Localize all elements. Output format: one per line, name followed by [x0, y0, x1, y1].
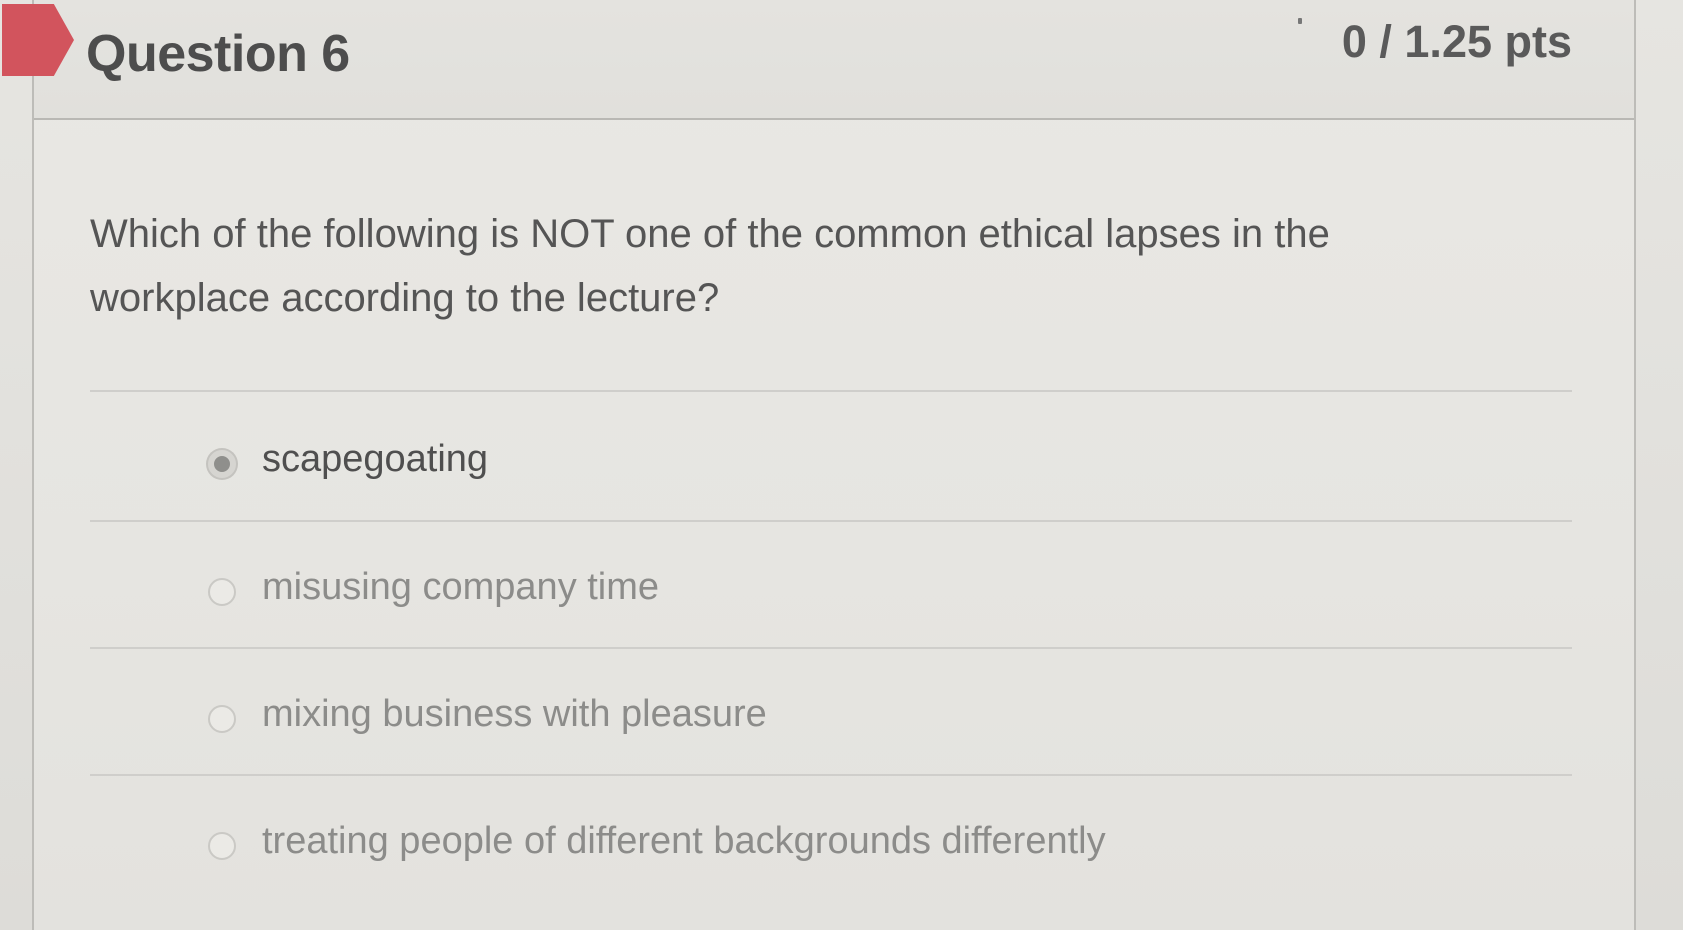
- answer-label: treating people of different backgrounds…: [262, 820, 1106, 862]
- answer-label: mixing business with pleasure: [262, 693, 767, 735]
- divider: [90, 520, 1572, 522]
- answer-label: scapegoating: [262, 438, 489, 480]
- radio-icon[interactable]: [208, 578, 236, 606]
- answer-option-scapegoating[interactable]: scapegoating: [90, 430, 1572, 540]
- question-points: 0 / 1.25 pts: [1341, 16, 1572, 67]
- answer-option-mixing-business-with-pleasure[interactable]: mixing business with pleasure: [90, 685, 1572, 795]
- question-title: Question 6: [86, 25, 350, 83]
- flag-icon: [2, 4, 74, 76]
- answer-option-treating-people-differently[interactable]: treating people of different backgrounds…: [90, 812, 1572, 922]
- answer-option-misusing-company-time[interactable]: misusing company time: [90, 558, 1572, 668]
- quiz-page: Question 6 0 / 1.25 pts Which of the fol…: [0, 0, 1683, 930]
- answer-label: misusing company time: [262, 566, 660, 608]
- divider: [90, 647, 1572, 649]
- dust-mark: [1298, 18, 1302, 24]
- question-header: Question 6 0 / 1.25 pts: [2, 0, 1634, 120]
- divider: [90, 774, 1572, 776]
- question-card: Question 6 0 / 1.25 pts Which of the fol…: [2, 0, 1636, 930]
- question-prompt: Which of the following is NOT one of the…: [90, 212, 1330, 320]
- radio-icon[interactable]: [208, 705, 236, 733]
- divider: [90, 390, 1572, 392]
- radio-icon[interactable]: [208, 832, 236, 860]
- radio-selected-icon[interactable]: [208, 450, 236, 478]
